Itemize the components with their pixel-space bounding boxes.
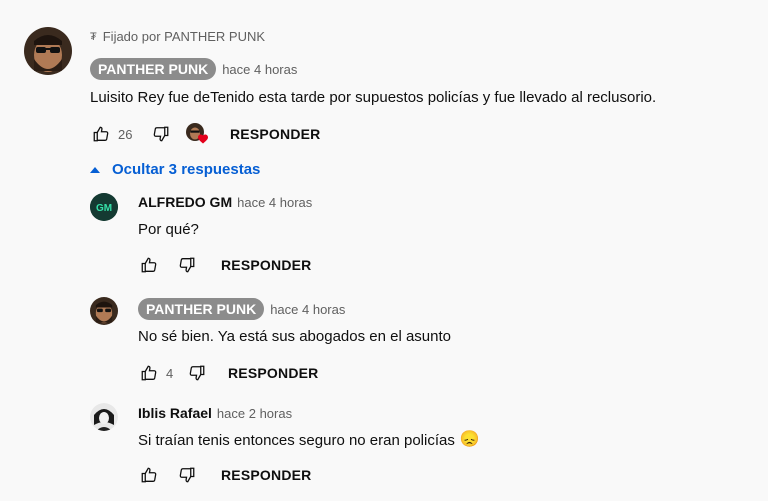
thumbs-up-icon — [141, 257, 157, 273]
reply-button[interactable]: RESPONDER — [221, 467, 311, 483]
thumbs-down-icon — [189, 365, 205, 381]
disappointed-emoji: 😞 — [459, 431, 480, 448]
dislike-button[interactable] — [150, 123, 172, 145]
heart-icon — [198, 134, 208, 144]
hide-replies-label: Ocultar 3 respuestas — [112, 161, 261, 178]
caret-up-icon — [90, 166, 100, 173]
avatar[interactable]: GM — [90, 193, 118, 221]
comment-author[interactable]: ALFREDO GM — [138, 194, 232, 210]
comment-author-badge[interactable]: PANTHER PUNK — [138, 298, 265, 320]
comment-text: Por qué? — [138, 221, 199, 238]
comment-text: No sé bien. Ya está sus abogados en el a… — [138, 328, 452, 345]
comment-timestamp[interactable]: hace 4 horas — [270, 302, 345, 317]
comment-timestamp[interactable]: hace 2 horas — [217, 406, 292, 421]
comment-text: Si traían tenis entonces seguro no eran … — [138, 431, 455, 449]
comment-author-badge[interactable]: PANTHER PUNK — [90, 58, 217, 80]
thumbs-down-icon — [179, 257, 195, 273]
dislike-button[interactable] — [176, 254, 198, 276]
like-count: 26 — [118, 126, 133, 142]
thumbs-down-icon — [179, 467, 195, 483]
like-count: 4 — [166, 365, 174, 381]
thumbs-up-icon — [93, 126, 109, 142]
reply-button[interactable]: RESPONDER — [228, 365, 318, 381]
thumbs-down-icon — [153, 126, 169, 142]
thumbs-up-icon — [141, 467, 157, 483]
like-button[interactable] — [138, 362, 160, 384]
comment-timestamp[interactable]: hace 4 horas — [237, 195, 312, 210]
creator-heart — [186, 123, 208, 145]
reply-button[interactable]: RESPONDER — [230, 126, 320, 142]
comment-author[interactable]: Iblis Rafael — [138, 405, 212, 421]
thumbs-up-icon — [141, 365, 157, 381]
like-button[interactable] — [90, 123, 112, 145]
reply-button[interactable]: RESPONDER — [221, 257, 311, 273]
hide-replies-toggle[interactable]: Ocultar 3 respuestas — [90, 161, 260, 178]
pinned-label: ₮ Fijado por PANTHER PUNK — [90, 29, 265, 44]
comment-text: Luisito Rey fue deTenido esta tarde por … — [90, 89, 657, 106]
avatar-initials: GM — [96, 203, 112, 214]
avatar[interactable] — [24, 27, 72, 75]
dislike-button[interactable] — [186, 362, 208, 384]
pin-icon: ₮ — [90, 30, 97, 43]
like-button[interactable] — [138, 464, 160, 486]
comment-timestamp[interactable]: hace 4 horas — [222, 62, 297, 77]
like-button[interactable] — [138, 254, 160, 276]
dislike-button[interactable] — [176, 464, 198, 486]
avatar[interactable] — [90, 403, 118, 431]
pinned-text: Fijado por PANTHER PUNK — [102, 29, 266, 44]
avatar[interactable] — [90, 297, 118, 325]
